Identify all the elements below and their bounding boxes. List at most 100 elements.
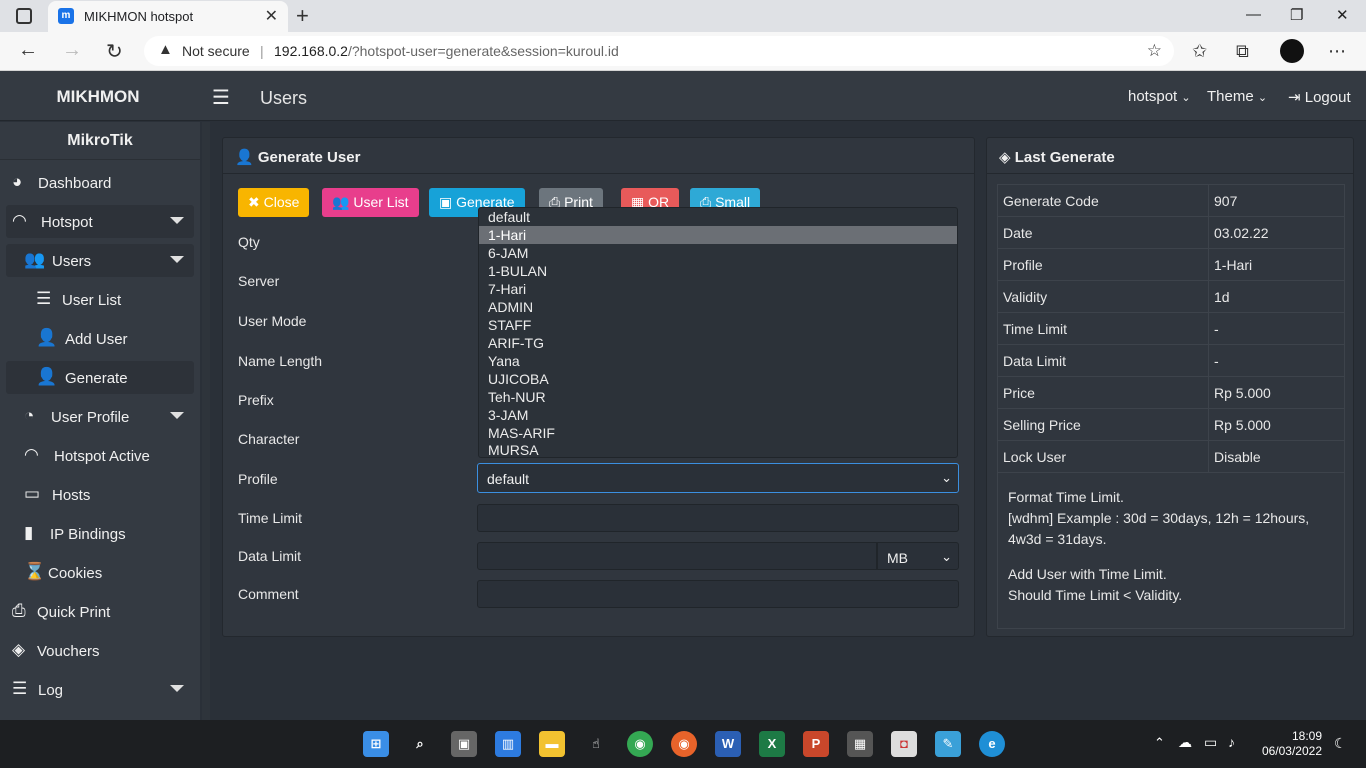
- server-label: Server: [238, 273, 280, 289]
- new-tab-icon[interactable]: +: [296, 3, 309, 29]
- chevron-down-icon: ⌄: [1257, 92, 1268, 104]
- favorites-icon[interactable]: ✩: [1192, 41, 1207, 62]
- user-plus-icon: 👤: [235, 149, 254, 166]
- chevron-down-icon: ⌄: [941, 549, 952, 564]
- cloud-icon[interactable]: ☁: [1178, 734, 1192, 751]
- volume-icon[interactable]: ♪: [1228, 734, 1235, 750]
- calculator-icon[interactable]: ▦: [847, 731, 873, 757]
- user-list-button[interactable]: 👥 User List: [322, 188, 419, 217]
- tab-close-icon[interactable]: ✕: [265, 6, 278, 26]
- edge-icon[interactable]: e: [979, 731, 1005, 757]
- profile-option[interactable]: default: [479, 208, 957, 226]
- touch-icon[interactable]: ☝: [583, 731, 609, 757]
- profile-option[interactable]: 6-JAM: [479, 244, 957, 262]
- paint-icon[interactable]: ✎: [935, 731, 961, 757]
- table-row: Date 03.02.22: [997, 216, 1345, 249]
- wifi-icon: ◠: [12, 211, 27, 230]
- profile-option[interactable]: STAFF: [479, 316, 957, 334]
- comment-input[interactable]: [477, 580, 959, 608]
- theme-dropdown[interactable]: Theme ⌄: [1207, 88, 1267, 105]
- data-limit-label: Data Limit: [238, 548, 302, 564]
- profile-option[interactable]: 1-BULAN: [479, 262, 957, 280]
- logout-link[interactable]: ⇥ Logout: [1288, 88, 1351, 106]
- url-text: 192.168.0.2/?hotspot-user=generate&sessi…: [274, 43, 619, 59]
- sidebar-item-dashboard[interactable]: ◕ Dashboard: [6, 166, 194, 199]
- profile-option[interactable]: UJICOBA: [479, 370, 957, 388]
- sidebar-item-hotspot[interactable]: ◠ Hotspot: [6, 205, 194, 238]
- moon-icon[interactable]: ☾: [1334, 735, 1347, 752]
- table-row: Data Limit -: [997, 344, 1345, 377]
- not-secure-label: Not secure: [182, 43, 250, 59]
- hamburger-menu-icon[interactable]: ☰: [212, 85, 230, 110]
- powerpoint-icon[interactable]: P: [803, 731, 829, 757]
- sidebar-item-hosts[interactable]: ▭ Hosts: [6, 478, 194, 511]
- profile-option[interactable]: 3-JAM: [479, 406, 957, 424]
- browser-tab-bar: m MIKHMON hotspot ✕ + — ❐ ✕: [0, 0, 1366, 32]
- chrome-icon[interactable]: ◉: [627, 731, 653, 757]
- favorite-star-icon[interactable]: ☆: [1147, 41, 1162, 61]
- taskbar: ⊞ ⌕ ▣ ▥ ▬ ☝ ◉ ◉ W X P ▦ ◘ ✎ e ⌃ ☁ ▭ ♪ 18…: [0, 720, 1366, 768]
- sidebar-item-add-user[interactable]: 👤 Add User: [6, 322, 194, 355]
- restore-icon[interactable]: ❐: [1290, 6, 1303, 24]
- sidebar-item-vouchers[interactable]: ◈ Vouchers: [6, 634, 194, 667]
- sidebar-item-user-list[interactable]: ☰ User List: [6, 283, 194, 316]
- profile-avatar[interactable]: [1280, 39, 1304, 63]
- network-icon[interactable]: ▭: [1204, 734, 1217, 751]
- sidebar-item-generate[interactable]: 👤 Generate: [6, 361, 194, 394]
- sidebar-item-cookies[interactable]: ⌛ Cookies: [6, 556, 194, 589]
- warning-icon: ▲: [158, 41, 173, 58]
- close-icon: ✖: [248, 194, 260, 210]
- caret-down-icon: [170, 685, 184, 692]
- time-limit-input[interactable]: [477, 504, 959, 532]
- reload-icon[interactable]: ↻: [106, 39, 123, 64]
- tab-actions-icon[interactable]: [16, 8, 32, 24]
- profile-option[interactable]: Teh-NUR: [479, 388, 957, 406]
- tray-chevron-icon[interactable]: ⌃: [1154, 735, 1165, 751]
- more-menu-icon[interactable]: ⋯: [1328, 41, 1346, 62]
- users-icon: 👥: [332, 194, 350, 210]
- window-close-icon[interactable]: ✕: [1336, 6, 1349, 24]
- card-title: 👤 Generate User: [235, 149, 361, 166]
- firefox-icon[interactable]: ◉: [671, 731, 697, 757]
- favicon-icon: m: [58, 8, 74, 24]
- data-unit-select[interactable]: MB ⌄: [877, 542, 959, 570]
- start-icon[interactable]: ⊞: [363, 731, 389, 757]
- clock[interactable]: 18:09 06/03/2022: [1262, 729, 1322, 759]
- back-icon[interactable]: ←: [18, 39, 38, 62]
- sidebar-item-hotspot-active[interactable]: ◠ Hotspot Active: [6, 439, 194, 472]
- sidebar-scrollbar[interactable]: [202, 122, 210, 720]
- profile-option[interactable]: MURSA: [479, 441, 957, 457]
- profile-select[interactable]: default ⌄: [477, 463, 959, 493]
- excel-icon[interactable]: X: [759, 731, 785, 757]
- list-icon: ☰: [36, 289, 52, 308]
- session-dropdown[interactable]: hotspot ⌄: [1128, 88, 1191, 105]
- data-limit-input[interactable]: [477, 542, 877, 570]
- address-card-icon: ▮: [24, 523, 34, 542]
- sidebar-item-ip-bindings[interactable]: ▮ IP Bindings: [6, 517, 194, 550]
- file-explorer-icon[interactable]: ▬: [539, 731, 565, 757]
- profile-option[interactable]: Yana: [479, 352, 957, 370]
- app-icon[interactable]: ◘: [891, 731, 917, 757]
- profile-option[interactable]: ADMIN: [479, 298, 957, 316]
- sidebar-item-log[interactable]: ☰ Log: [6, 673, 194, 706]
- widgets-icon[interactable]: ▥: [495, 731, 521, 757]
- forward-icon[interactable]: →: [62, 39, 82, 62]
- sidebar: MikroTik ◕ Dashboard ◠ Hotspot 👥 Users ☰…: [0, 122, 200, 720]
- profile-option[interactable]: ARIF-TG: [479, 334, 957, 352]
- word-icon[interactable]: W: [715, 731, 741, 757]
- url-field[interactable]: ▲ Not secure | 192.168.0.2/?hotspot-user…: [144, 36, 1174, 66]
- logout-icon: ⇥: [1288, 89, 1301, 106]
- sidebar-item-users[interactable]: 👥 Users: [6, 244, 194, 277]
- collections-icon[interactable]: ⧉: [1236, 41, 1249, 62]
- task-view-icon[interactable]: ▣: [451, 731, 477, 757]
- profile-option[interactable]: 7-Hari: [479, 280, 957, 298]
- sidebar-item-quick-print[interactable]: ⎙ Quick Print: [6, 595, 194, 628]
- profile-option[interactable]: 1-Hari: [479, 226, 957, 244]
- sidebar-item-user-profile[interactable]: ◔ User Profile: [6, 400, 194, 433]
- search-icon[interactable]: ⌕: [407, 731, 433, 757]
- browser-tab[interactable]: m MIKHMON hotspot ✕: [48, 1, 288, 32]
- ticket-icon: ◈: [999, 149, 1011, 166]
- close-button[interactable]: ✖ Close: [238, 188, 310, 217]
- profile-option[interactable]: MAS-ARIF: [479, 424, 957, 442]
- minimize-icon[interactable]: —: [1246, 6, 1261, 23]
